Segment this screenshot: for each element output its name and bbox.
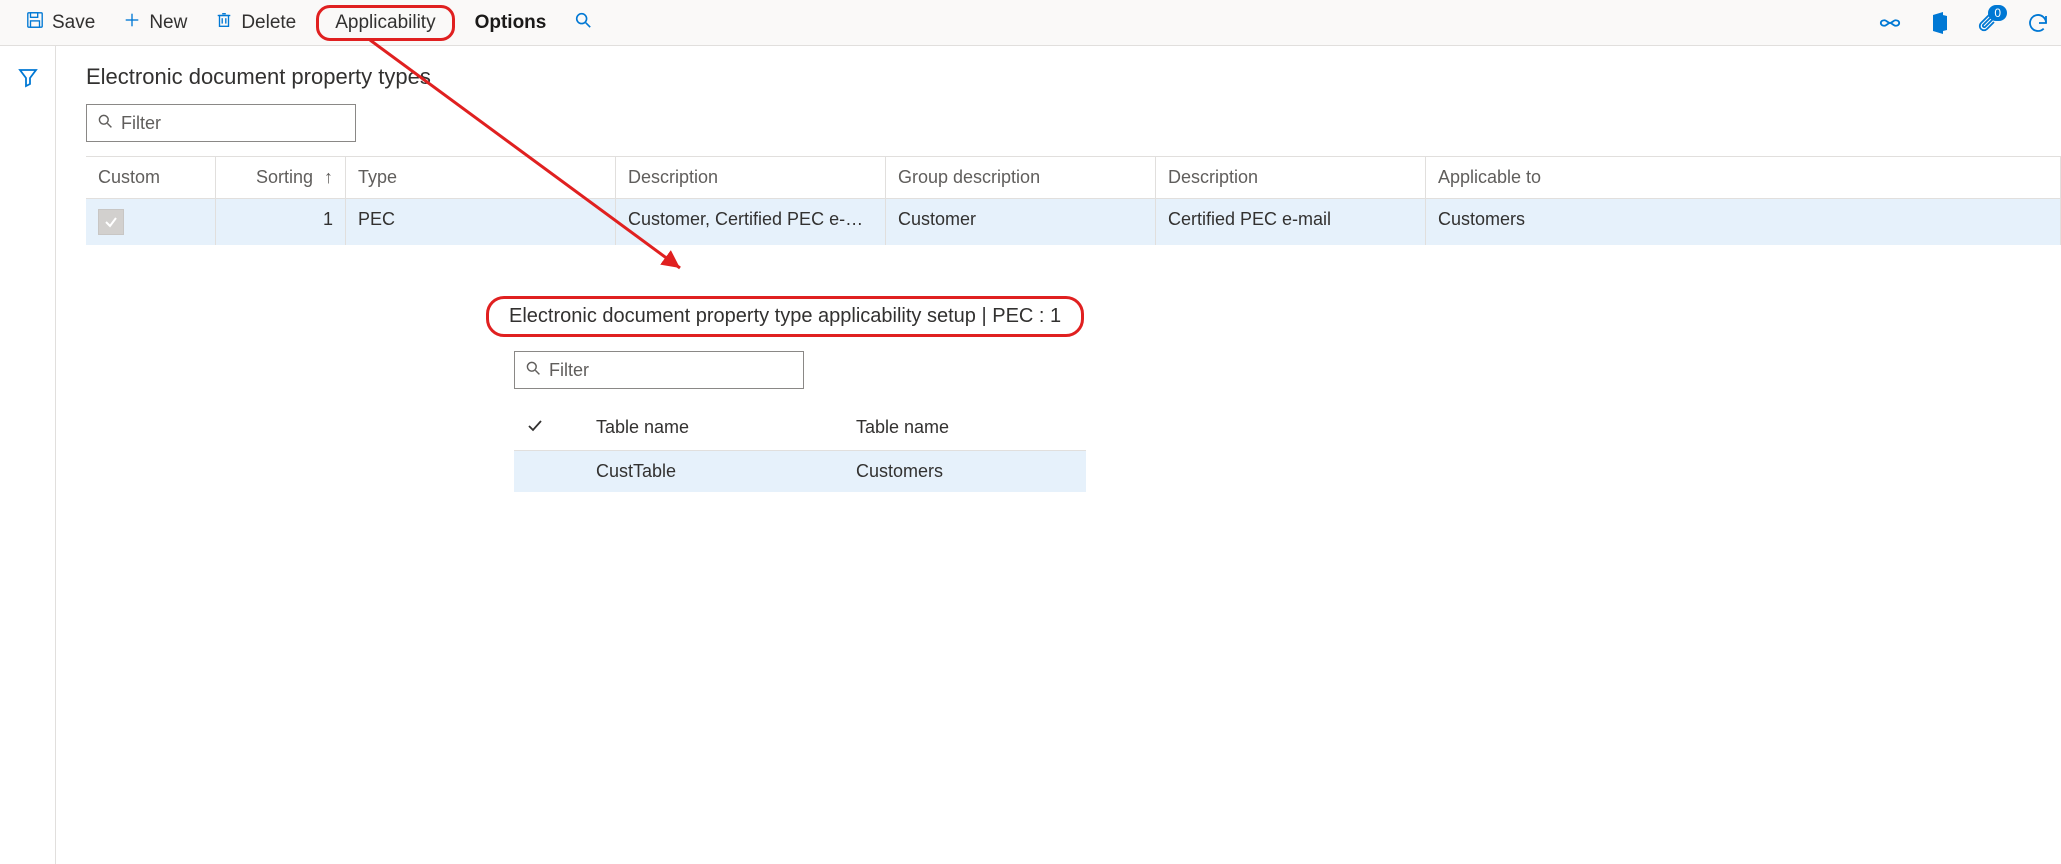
- options-button[interactable]: Options: [461, 6, 561, 40]
- search-icon: [97, 113, 113, 134]
- trash-icon: [215, 11, 233, 35]
- grid-header: Custom Sorting ↑ Type Description Group …: [86, 156, 2061, 198]
- callout-grid-header: Table name Table name: [514, 407, 1086, 451]
- toolbar: Save New Delete Applicability Options 0: [0, 0, 2061, 46]
- row-checkbox[interactable]: [98, 209, 124, 235]
- callout-row[interactable]: CustTable Customers: [514, 451, 1086, 492]
- office-icon[interactable]: [1929, 12, 1949, 34]
- content-area: Electronic document property types Custo…: [56, 46, 2061, 864]
- save-label: Save: [52, 12, 95, 34]
- row-sorting: 1: [216, 199, 346, 245]
- new-label: New: [149, 12, 187, 34]
- row-description2: Certified PEC e-mail: [1156, 199, 1426, 245]
- callout-filter[interactable]: [514, 351, 804, 389]
- save-icon: [26, 11, 44, 35]
- callout-row-select[interactable]: [514, 451, 584, 492]
- section-title: Electronic document property types: [86, 64, 2061, 90]
- attachment-count: 0: [1988, 5, 2007, 21]
- options-label: Options: [475, 12, 547, 34]
- row-applicable-to: Customers: [1426, 199, 2061, 245]
- search-icon: [525, 360, 541, 381]
- callout-filter-input[interactable]: [549, 360, 793, 381]
- delete-label: Delete: [241, 12, 296, 34]
- sort-asc-icon: ↑: [324, 167, 333, 188]
- applicability-button[interactable]: Applicability: [316, 5, 454, 41]
- row-type: PEC: [346, 199, 616, 245]
- row-group-description: Customer: [886, 199, 1156, 245]
- search-icon: [574, 11, 592, 35]
- col-description1[interactable]: Description: [616, 157, 886, 198]
- filter-pane: [0, 46, 56, 864]
- col-custom[interactable]: Custom: [86, 157, 216, 198]
- callout-row-col2: Customers: [844, 451, 1086, 492]
- main-filter[interactable]: [86, 104, 356, 142]
- delete-button[interactable]: Delete: [201, 5, 310, 41]
- col-description2[interactable]: Description: [1156, 157, 1426, 198]
- row-select-cell[interactable]: [86, 199, 216, 245]
- callout-col-1[interactable]: Table name: [584, 407, 844, 450]
- col-applicable-to[interactable]: Applicable to: [1426, 157, 2061, 198]
- grid-row[interactable]: 1 PEC Customer, Certified PEC e-mail Cus…: [86, 198, 2061, 245]
- applicability-label: Applicability: [335, 12, 435, 34]
- refresh-icon[interactable]: [2027, 12, 2049, 34]
- col-type[interactable]: Type: [346, 157, 616, 198]
- row-description1: Customer, Certified PEC e-mail: [616, 199, 886, 245]
- toolbar-right: 0: [1879, 11, 2049, 35]
- new-button[interactable]: New: [109, 5, 201, 41]
- applicability-callout: Electronic document property type applic…: [486, 296, 1086, 492]
- attachment-button[interactable]: 0: [1977, 11, 1999, 35]
- select-col: [514, 407, 584, 450]
- callout-title: Electronic document property type applic…: [486, 296, 1084, 337]
- funnel-icon[interactable]: [17, 66, 39, 864]
- callout-col-2[interactable]: Table name: [844, 407, 1086, 450]
- col-sorting[interactable]: Sorting ↑: [216, 157, 346, 198]
- search-button[interactable]: [560, 5, 606, 41]
- infinity-icon[interactable]: [1879, 12, 1901, 34]
- plus-icon: [123, 11, 141, 35]
- filter-input[interactable]: [121, 113, 345, 134]
- save-button[interactable]: Save: [12, 5, 109, 41]
- col-group-description[interactable]: Group description: [886, 157, 1156, 198]
- callout-row-col1: CustTable: [584, 451, 844, 492]
